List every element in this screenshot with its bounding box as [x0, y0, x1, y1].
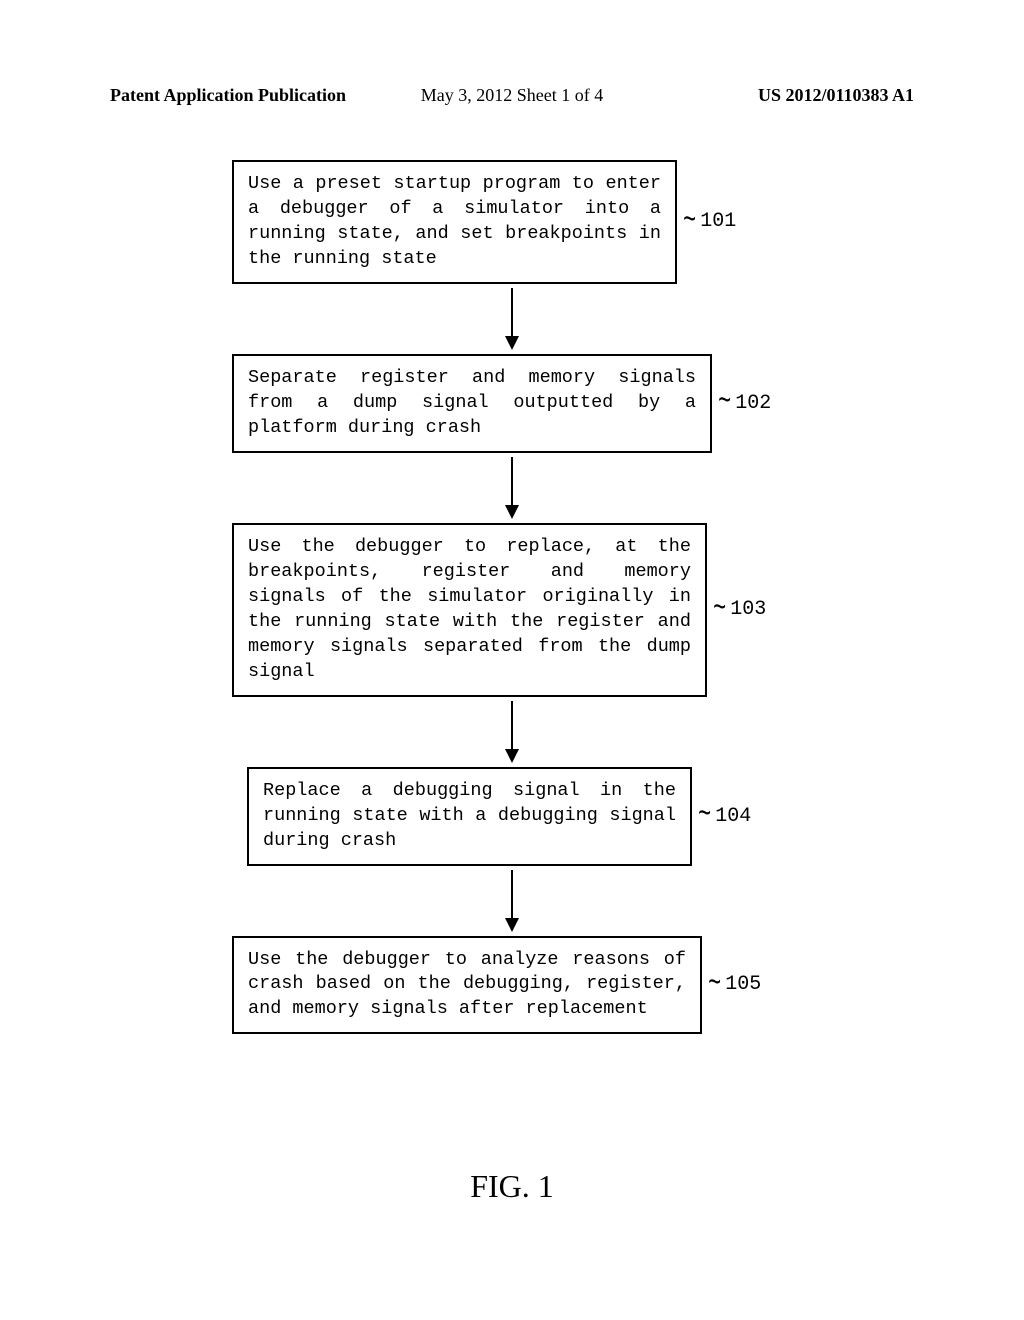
- page-header: Patent Application Publication May 3, 20…: [0, 85, 1024, 106]
- flowchart-step: Separate register and memory signals fro…: [232, 354, 792, 453]
- flowchart-step: Replace a debugging signal in the runnin…: [232, 767, 792, 866]
- step-label: 105: [725, 973, 761, 996]
- flowchart-step: Use the debugger to analyze reasons of c…: [232, 936, 792, 1035]
- step-label: 101: [700, 210, 736, 233]
- step-label-wrapper: ~ 104: [698, 805, 751, 828]
- flowchart-diagram: Use a preset startup program to enter a …: [232, 160, 792, 1034]
- arrow-down-icon: [505, 701, 519, 763]
- header-publication: Patent Application Publication: [110, 85, 346, 106]
- header-date-sheet: May 3, 2012 Sheet 1 of 4: [421, 85, 603, 106]
- header-patent-number: US 2012/0110383 A1: [758, 85, 914, 106]
- step-label: 102: [735, 392, 771, 415]
- step-box: Use the debugger to analyze reasons of c…: [232, 936, 702, 1035]
- step-label-wrapper: ~ 103: [713, 598, 766, 621]
- step-box: Use a preset startup program to enter a …: [232, 160, 677, 284]
- step-box: Separate register and memory signals fro…: [232, 354, 712, 453]
- step-box: Replace a debugging signal in the runnin…: [247, 767, 692, 866]
- step-label-wrapper: ~ 105: [708, 973, 761, 996]
- arrow-down-icon: [505, 870, 519, 932]
- curve-icon: ~: [713, 593, 726, 626]
- figure-caption: FIG. 1: [470, 1168, 554, 1205]
- step-label-wrapper: ~ 101: [683, 210, 736, 233]
- arrow-down-icon: [505, 457, 519, 519]
- step-label: 103: [730, 598, 766, 621]
- arrow-down-icon: [505, 288, 519, 350]
- flowchart-step: Use the debugger to replace, at the brea…: [232, 523, 792, 697]
- step-label: 104: [715, 805, 751, 828]
- step-label-wrapper: ~ 102: [718, 392, 771, 415]
- curve-icon: ~: [698, 800, 711, 833]
- curve-icon: ~: [718, 387, 731, 420]
- flowchart-step: Use a preset startup program to enter a …: [232, 160, 792, 284]
- curve-icon: ~: [683, 205, 696, 238]
- curve-icon: ~: [708, 968, 721, 1001]
- step-box: Use the debugger to replace, at the brea…: [232, 523, 707, 697]
